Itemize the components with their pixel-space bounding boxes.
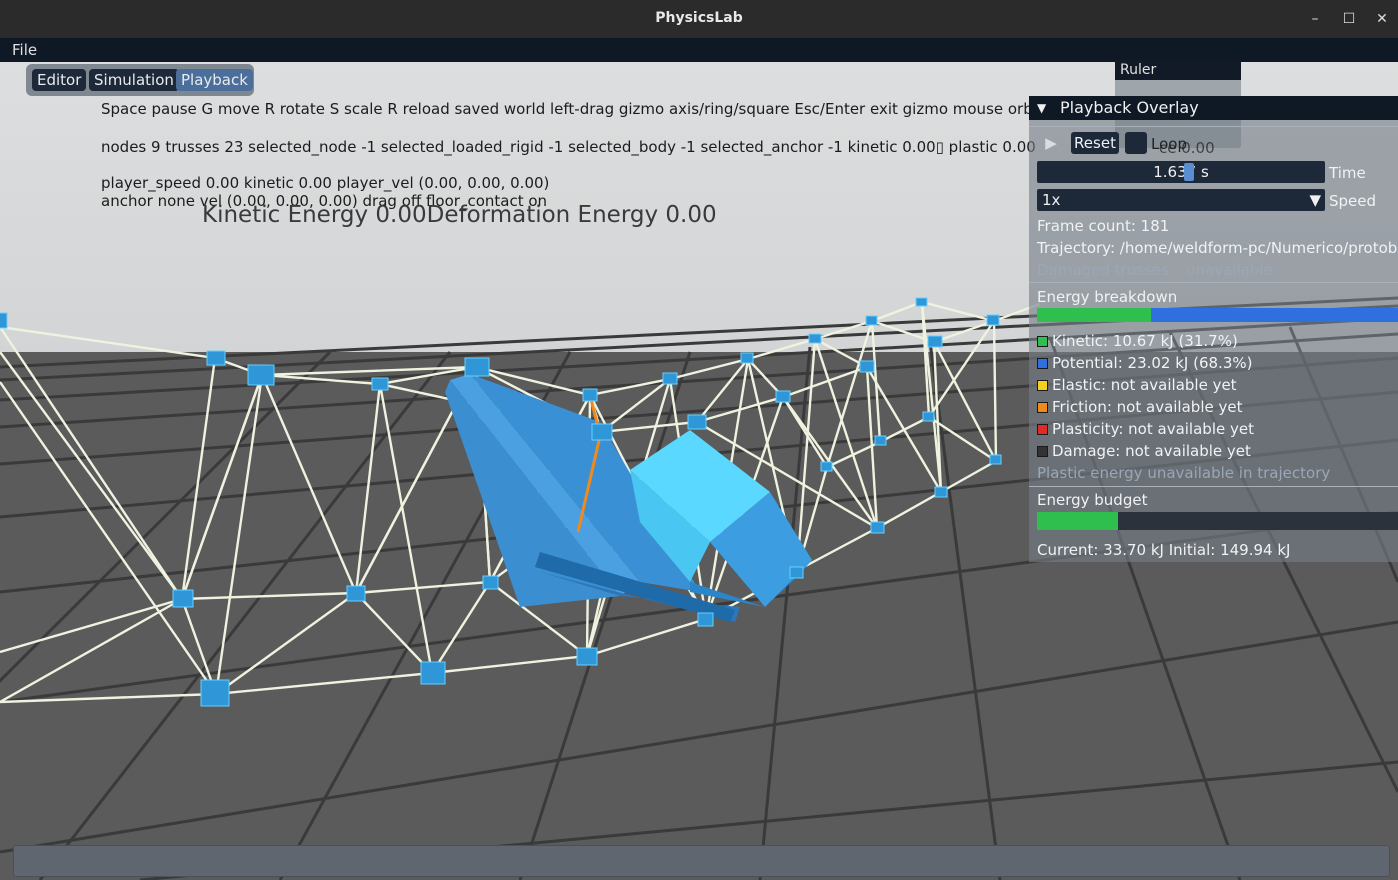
legend-swatch <box>1037 336 1048 347</box>
divider <box>1029 282 1398 283</box>
mode-toolbar: Editor Simulation Playback <box>26 64 254 96</box>
time-value: 1.637 s <box>1153 163 1209 181</box>
legend-label: Kinetic: 10.67 kJ (31.7%) <box>1052 332 1238 350</box>
legend-item: Plasticity: not available yet <box>1037 420 1254 438</box>
energy-breakdown-bar <box>1037 308 1398 322</box>
time-label: Time <box>1329 164 1366 182</box>
legend-item: Damage: not available yet <box>1037 442 1251 460</box>
legend-label: Damage: not available yet <box>1052 442 1251 460</box>
window-title: PhysicsLab <box>655 10 743 26</box>
close-button[interactable]: ✕ <box>1371 8 1393 30</box>
hud-scene-stats: nodes 9 trusses 23 selected_node -1 sele… <box>101 138 1036 156</box>
energy-budget-text: Current: 33.70 kJ Initial: 149.94 kJ <box>1037 541 1291 559</box>
collapse-triangle-icon[interactable]: ▼ <box>1037 96 1046 120</box>
ruler-readout: ce 0.00 <box>1159 139 1215 157</box>
divider <box>1029 126 1398 127</box>
breakdown-potential-segment <box>1151 308 1398 322</box>
legend-label: Plasticity: not available yet <box>1052 420 1254 438</box>
legend-item: Friction: not available yet <box>1037 398 1242 416</box>
mode-simulation-button[interactable]: Simulation <box>89 69 179 91</box>
time-slider-grab[interactable] <box>1184 163 1194 181</box>
breakdown-kinetic-segment <box>1037 308 1151 322</box>
energy-budget-title: Energy budget <box>1037 491 1148 509</box>
playback-overlay: ▼ Playback Overlay ▶ Reset Loop ce 0.00 … <box>1029 96 1398 562</box>
energy-budget-bar <box>1037 512 1398 530</box>
hud-player-stats: player_speed 0.00 kinetic 0.00 player_ve… <box>101 174 550 192</box>
play-icon[interactable]: ▶ <box>1037 132 1065 154</box>
speed-select[interactable]: 1x ▼ <box>1037 189 1325 211</box>
energy-budget-fill <box>1037 512 1118 530</box>
legend-item: Elastic: not available yet <box>1037 376 1237 394</box>
window-titlebar: PhysicsLab – ☐ ✕ <box>0 0 1398 38</box>
ruler-title[interactable]: Ruler <box>1115 60 1241 80</box>
overlay-title: Playback Overlay <box>1060 98 1199 117</box>
legend-swatch <box>1037 402 1048 413</box>
mode-playback-button[interactable]: Playback <box>176 69 253 91</box>
frame-count: Frame count: 181 <box>1037 217 1170 235</box>
plastic-energy-note: Plastic energy unavailable in trajectory <box>1037 464 1331 482</box>
legend-swatch <box>1037 446 1048 457</box>
energy-readout: Kinetic Energy 0.00Deformation Energy 0.… <box>202 202 717 228</box>
console-input[interactable] <box>13 845 1390 877</box>
hud-controls-help: Space pause G move R rotate S scale R re… <box>101 100 1031 118</box>
trajectory-path: Trajectory: /home/weldform-pc/Numerico/p… <box>1037 239 1398 257</box>
damaged-trusses-label: Damaged trusses <box>1037 261 1169 279</box>
menubar: File <box>0 38 1398 62</box>
legend-label: Friction: not available yet <box>1052 398 1243 416</box>
minimize-button[interactable]: – <box>1304 8 1326 30</box>
time-slider[interactable]: 1.637 s <box>1037 161 1325 183</box>
chevron-down-icon[interactable]: ▼ <box>1309 189 1321 211</box>
reset-button[interactable]: Reset <box>1071 132 1119 154</box>
legend-swatch <box>1037 380 1048 391</box>
legend-label: Elastic: not available yet <box>1052 376 1237 394</box>
legend-swatch <box>1037 358 1048 369</box>
menu-file[interactable]: File <box>12 41 37 59</box>
legend-label: Potential: 23.02 kJ (68.3%) <box>1052 354 1253 372</box>
speed-label: Speed <box>1329 192 1377 210</box>
energy-breakdown-title: Energy breakdown <box>1037 288 1178 306</box>
loop-checkbox[interactable] <box>1125 132 1147 154</box>
maximize-button[interactable]: ☐ <box>1338 8 1360 30</box>
speed-value: 1x <box>1042 191 1061 209</box>
mode-editor-button[interactable]: Editor <box>32 69 87 91</box>
legend-swatch <box>1037 424 1048 435</box>
damaged-trusses-value: unavailable <box>1186 261 1273 279</box>
legend-item: Potential: 23.02 kJ (68.3%) <box>1037 354 1252 372</box>
divider <box>1029 486 1398 487</box>
legend-item: Kinetic: 10.67 kJ (31.7%) <box>1037 332 1238 350</box>
overlay-header[interactable]: ▼ Playback Overlay <box>1029 96 1398 120</box>
